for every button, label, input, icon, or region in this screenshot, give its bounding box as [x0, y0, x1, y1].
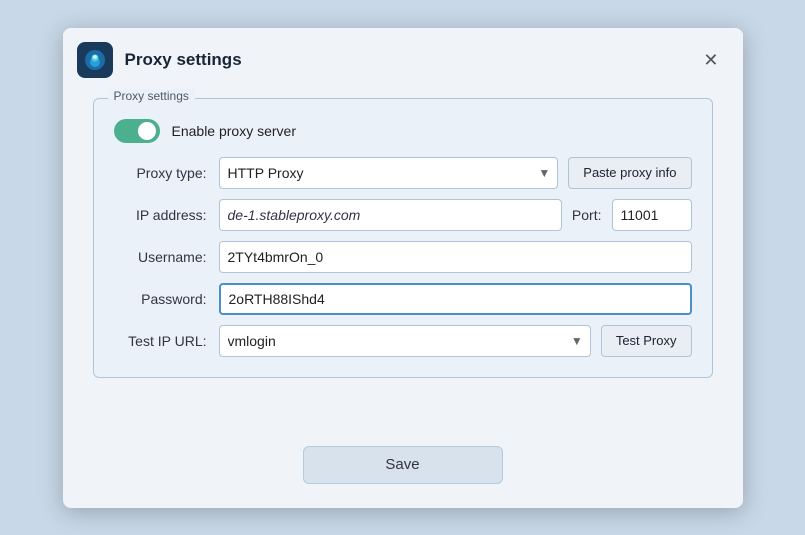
ip-address-label: IP address:	[114, 207, 219, 223]
dialog-title: Proxy settings	[125, 50, 686, 70]
enable-proxy-toggle[interactable]	[114, 119, 160, 143]
ip-address-input[interactable]	[219, 199, 562, 231]
ip-port-row: IP address: Port:	[114, 199, 692, 231]
password-input[interactable]	[219, 283, 692, 315]
port-label: Port:	[562, 207, 612, 223]
close-button[interactable]: ✕	[697, 47, 724, 73]
toggle-row: Enable proxy server	[114, 119, 692, 143]
test-ip-url-select[interactable]: vmlogin ipinfo.io api.ipify.org	[219, 325, 591, 357]
title-bar: Proxy settings ✕	[63, 28, 743, 88]
fieldset-legend: Proxy settings	[108, 89, 195, 103]
test-proxy-button[interactable]: Test Proxy	[601, 325, 692, 357]
test-ip-url-label: Test IP URL:	[114, 333, 219, 349]
paste-proxy-info-button[interactable]: Paste proxy info	[568, 157, 691, 189]
username-row: Username:	[114, 241, 692, 273]
proxy-type-select-wrapper: HTTP Proxy SOCKS4 SOCKS5 ▼	[219, 157, 559, 189]
enable-proxy-label: Enable proxy server	[172, 123, 297, 139]
test-ip-url-select-wrapper: vmlogin ipinfo.io api.ipify.org ▼	[219, 325, 591, 357]
proxy-type-select[interactable]: HTTP Proxy SOCKS4 SOCKS5	[219, 157, 559, 189]
proxy-type-row: Proxy type: HTTP Proxy SOCKS4 SOCKS5 ▼ P…	[114, 157, 692, 189]
app-logo	[77, 42, 113, 78]
dialog-footer: Save	[63, 446, 743, 508]
password-label: Password:	[114, 291, 219, 307]
dialog-body: Proxy settings Enable proxy server Proxy…	[63, 88, 743, 446]
password-row: Password:	[114, 283, 692, 315]
proxy-settings-dialog: Proxy settings ✕ Proxy settings Enable p…	[63, 28, 743, 508]
username-label: Username:	[114, 249, 219, 265]
port-input[interactable]	[612, 199, 692, 231]
test-ip-url-row: Test IP URL: vmlogin ipinfo.io api.ipify…	[114, 325, 692, 357]
username-input[interactable]	[219, 241, 692, 273]
save-button[interactable]: Save	[303, 446, 503, 484]
proxy-type-label: Proxy type:	[114, 165, 219, 181]
proxy-settings-fieldset: Proxy settings Enable proxy server Proxy…	[93, 98, 713, 378]
